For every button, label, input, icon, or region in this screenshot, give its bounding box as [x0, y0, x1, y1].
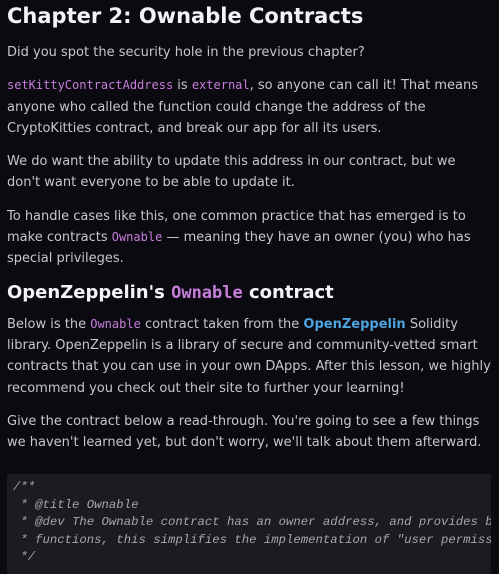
paragraph: Did you spot the security hole in the pr…: [7, 45, 365, 60]
text: OpenZeppelin's: [7, 281, 172, 303]
text: contract: [242, 281, 334, 303]
section-heading: OpenZeppelin's Ownable contract: [7, 280, 492, 306]
code-line: * @dev The Ownable contract has an owner…: [20, 515, 491, 529]
text: Below is the: [7, 316, 91, 332]
inline-code: Ownable: [111, 230, 163, 245]
paragraph: To handle cases like this, one common pr…: [7, 206, 492, 270]
openzeppelin-link[interactable]: OpenZeppelin: [303, 317, 405, 332]
page-title: Chapter 2: Ownable Contracts: [7, 4, 364, 28]
code-line: /**: [13, 480, 36, 494]
inline-code: Ownable: [90, 316, 141, 331]
code-line: */: [13, 550, 36, 564]
text: contract taken from the: [140, 316, 304, 332]
code-line: * @title Ownable: [13, 497, 139, 512]
lesson-content: Chapter 2: Ownable Contracts Did you spo…: [0, 0, 499, 453]
paragraph: Below is the Ownable contract taken from…: [7, 314, 492, 399]
code-line: * functions, this simplifies the impleme…: [13, 532, 491, 547]
paragraph: setKittyContractAddress is external, so …: [7, 75, 492, 139]
inline-code: external: [191, 78, 250, 93]
inline-code: Ownable: [171, 282, 243, 303]
paragraph: Give the contract below a read-through. …: [7, 413, 482, 451]
code-block: /** * @title Ownable * @dev The Ownable …: [7, 474, 491, 574]
text: is: [173, 78, 192, 94]
paragraph: We do want the ability to update this ad…: [7, 154, 456, 191]
inline-code: setKittyContractAddress: [7, 78, 174, 93]
